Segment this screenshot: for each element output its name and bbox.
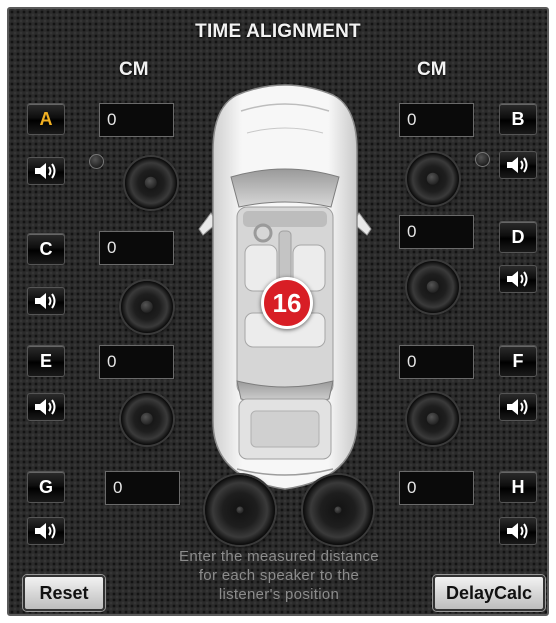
channel-b-button[interactable]: B bbox=[499, 103, 537, 135]
channel-c-button[interactable]: C bbox=[27, 233, 65, 265]
channel-h-distance-field[interactable]: 0 bbox=[399, 471, 474, 505]
speaker-volume-icon bbox=[507, 157, 528, 173]
channel-a-indicator bbox=[89, 154, 104, 169]
speaker-volume-icon bbox=[507, 271, 528, 287]
delaycalc-button[interactable]: DelayCalc bbox=[433, 575, 545, 611]
channel-h-button[interactable]: H bbox=[499, 471, 537, 503]
step-number-badge: 16 bbox=[261, 277, 313, 329]
instruction-text: Enter the measured distance for each spe… bbox=[129, 547, 429, 604]
subwoofer-right bbox=[303, 475, 373, 545]
channel-a-speaker-button[interactable] bbox=[27, 157, 65, 185]
unit-label-right: CM bbox=[417, 59, 447, 80]
speaker-volume-icon bbox=[35, 293, 56, 309]
speaker-volume-icon bbox=[35, 163, 56, 179]
speaker-volume-icon bbox=[507, 399, 528, 415]
channel-b-indicator bbox=[475, 152, 490, 167]
instruction-line-2: for each speaker to the bbox=[198, 567, 360, 584]
channel-e-speaker-button[interactable] bbox=[27, 393, 65, 421]
speaker-c bbox=[121, 281, 173, 333]
channel-a-distance-field[interactable]: 0 bbox=[99, 103, 174, 137]
channel-d-distance-field[interactable]: 0 bbox=[399, 215, 474, 249]
channel-h-speaker-button[interactable] bbox=[499, 517, 537, 545]
panel-title: TIME ALIGNMENT bbox=[195, 21, 361, 42]
speaker-volume-icon bbox=[35, 523, 56, 539]
speaker-e bbox=[121, 393, 173, 445]
channel-b-speaker-button[interactable] bbox=[499, 151, 537, 179]
channel-c-distance-field[interactable]: 0 bbox=[99, 231, 174, 265]
channel-b-distance-field[interactable]: 0 bbox=[399, 103, 474, 137]
reset-button[interactable]: Reset bbox=[23, 575, 105, 611]
speaker-f bbox=[407, 393, 459, 445]
instruction-line-3: listener's position bbox=[218, 586, 340, 603]
speaker-a bbox=[125, 157, 177, 209]
channel-e-button[interactable]: E bbox=[27, 345, 65, 377]
channel-g-distance-field[interactable]: 0 bbox=[105, 471, 180, 505]
instruction-line-1: Enter the measured distance bbox=[179, 548, 379, 565]
speaker-volume-icon bbox=[35, 399, 56, 415]
channel-g-speaker-button[interactable] bbox=[27, 517, 65, 545]
speaker-b bbox=[407, 153, 459, 205]
channel-d-speaker-button[interactable] bbox=[499, 265, 537, 293]
time-alignment-panel: TIME ALIGNMENT CM CM 16 A 0 B 0 C 0 D 0 … bbox=[7, 7, 549, 616]
subwoofer-left bbox=[205, 475, 275, 545]
channel-f-speaker-button[interactable] bbox=[499, 393, 537, 421]
channel-e-distance-field[interactable]: 0 bbox=[99, 345, 174, 379]
speaker-d bbox=[407, 261, 459, 313]
speaker-volume-icon bbox=[507, 523, 528, 539]
unit-label-left: CM bbox=[119, 59, 149, 80]
channel-g-button[interactable]: G bbox=[27, 471, 65, 503]
channel-d-button[interactable]: D bbox=[499, 221, 537, 253]
channel-a-button[interactable]: A bbox=[27, 103, 65, 135]
channel-f-distance-field[interactable]: 0 bbox=[399, 345, 474, 379]
channel-f-button[interactable]: F bbox=[499, 345, 537, 377]
channel-c-speaker-button[interactable] bbox=[27, 287, 65, 315]
